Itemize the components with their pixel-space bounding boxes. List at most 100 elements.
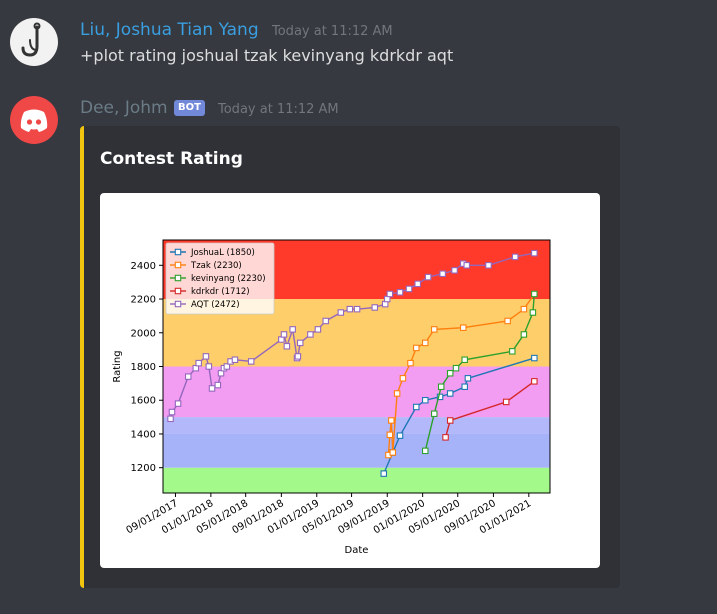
legend-marker	[174, 300, 182, 308]
legend-label: kdrkdr (1712)	[191, 287, 250, 297]
data-point	[461, 383, 468, 390]
y-axis-label: Rating	[112, 350, 123, 382]
data-point	[314, 326, 322, 333]
data-point	[446, 369, 454, 377]
data-point	[280, 331, 288, 338]
data-point	[442, 434, 449, 441]
data-point	[461, 356, 468, 364]
data-point	[430, 410, 438, 417]
data-point	[247, 358, 255, 365]
data-point	[289, 326, 296, 333]
data-point	[405, 285, 413, 293]
y-tick-label: 1800	[131, 362, 156, 373]
author-name[interactable]: Dee, Johm	[80, 98, 168, 118]
data-point	[184, 373, 192, 380]
bot-badge: BOT	[174, 100, 205, 116]
message-text: +plot rating joshual tzak kevinyang kdrk…	[80, 46, 454, 65]
data-point	[437, 383, 445, 390]
data-point	[485, 262, 492, 269]
data-point	[430, 326, 438, 333]
data-point	[174, 400, 182, 407]
data-point	[509, 348, 516, 355]
data-point	[446, 390, 454, 397]
user-avatar[interactable]	[10, 18, 58, 66]
data-point	[407, 359, 414, 367]
data-point	[231, 356, 239, 364]
data-point	[422, 339, 429, 347]
data-point	[202, 353, 210, 360]
data-point	[388, 417, 395, 424]
data-point	[294, 353, 302, 360]
data-point	[451, 267, 458, 274]
data-point	[386, 431, 394, 439]
y-tick-label: 1200	[131, 463, 156, 474]
data-point	[529, 309, 537, 316]
legend-marker	[174, 287, 182, 295]
y-tick-label: 2200	[131, 295, 156, 306]
data-point	[413, 403, 420, 411]
data-point	[531, 290, 538, 298]
data-point	[307, 331, 314, 338]
rating-chart: 1200140016001800200022002400 09/01/20170…	[112, 239, 551, 556]
legend-marker	[174, 274, 182, 282]
data-point	[167, 415, 174, 423]
data-point	[439, 270, 446, 277]
data-point	[195, 359, 202, 367]
data-point	[396, 432, 404, 439]
data-point	[502, 398, 510, 406]
hook-logo-icon	[21, 22, 41, 57]
legend-marker	[174, 261, 182, 269]
data-point	[463, 262, 470, 269]
data-point	[520, 305, 528, 313]
discord-logo-icon	[20, 109, 48, 132]
data-point	[337, 309, 345, 316]
y-tick-label: 1400	[131, 429, 156, 440]
bot-avatar[interactable]	[10, 96, 58, 144]
legend-label: AQT (2472)	[191, 300, 240, 310]
data-point	[504, 317, 511, 325]
data-point	[511, 253, 519, 261]
data-point	[413, 344, 420, 352]
data-point	[393, 390, 401, 397]
data-point	[424, 273, 432, 281]
data-point	[414, 280, 421, 288]
legend-label: Tzak (2230)	[190, 261, 242, 271]
data-point	[452, 364, 460, 372]
rating-band-2	[163, 417, 550, 434]
data-point	[464, 375, 472, 382]
data-point	[396, 289, 404, 296]
chart-legend: JoshuaL (1850) Tzak (2230) kevinyang (2230…	[165, 242, 275, 315]
data-point	[380, 470, 388, 477]
data-point	[460, 324, 467, 331]
data-point	[208, 385, 216, 392]
data-point	[520, 331, 528, 338]
data-point	[371, 304, 379, 311]
data-point	[531, 249, 538, 257]
y-tick-label: 1600	[131, 396, 156, 407]
legend-label: kevinyang (2230)	[191, 274, 266, 284]
data-point	[389, 449, 397, 456]
embed-title: Contest Rating	[100, 149, 243, 169]
embed-accent-bar	[80, 126, 84, 588]
legend-marker	[174, 248, 182, 256]
rating-band-0	[163, 467, 550, 493]
data-point	[386, 290, 394, 298]
data-point	[322, 317, 329, 325]
data-point	[205, 363, 213, 370]
legend-label: JoshuaL (1850)	[190, 248, 255, 258]
data-point	[531, 354, 538, 362]
data-point	[296, 339, 304, 347]
y-tick-label: 2000	[131, 328, 156, 339]
data-point	[446, 417, 454, 424]
author-name[interactable]: Liu, Joshua Tian Yang	[80, 20, 259, 40]
rating-band-1	[163, 433, 550, 468]
data-point	[168, 408, 176, 416]
data-point	[531, 378, 538, 385]
data-point	[399, 375, 407, 382]
rating-chart-image[interactable]: 1200 1400 1600 1800 2000 2200 2400 09/01/2017 0…	[100, 193, 600, 568]
data-point	[346, 305, 354, 313]
message-timestamp: Today at 11:12 AM	[218, 102, 339, 117]
x-axis-label: Date	[345, 545, 369, 556]
message-timestamp: Today at 11:12 AM	[272, 24, 393, 39]
data-point	[422, 447, 429, 455]
